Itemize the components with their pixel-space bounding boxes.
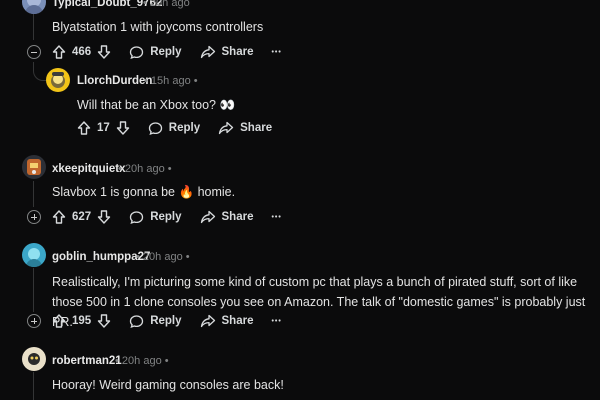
comment-actions: 627 Reply Share •••	[52, 206, 282, 228]
separator: •	[115, 355, 119, 367]
timestamp: 15h ago	[150, 75, 191, 87]
avatar[interactable]	[46, 68, 70, 92]
vote-count: 627	[72, 211, 92, 223]
comment-text-part: Slavbox 1 is gonna be	[52, 185, 176, 199]
share-button[interactable]: Share	[218, 121, 272, 135]
comment-text-part: homie.	[197, 185, 236, 199]
comment-time: • 20h ago •	[136, 251, 190, 263]
upvote-icon[interactable]	[77, 121, 91, 135]
thread-line	[33, 181, 34, 207]
timestamp: 20h ago	[124, 163, 165, 175]
reply-button[interactable]: Reply	[129, 314, 182, 329]
reply-label: Reply	[150, 211, 182, 223]
comment-actions: 195 Reply Share •••	[52, 310, 282, 332]
reply-icon	[130, 210, 144, 224]
separator: •	[143, 0, 147, 9]
vote-count: 466	[72, 46, 92, 58]
reply-button[interactable]: Reply	[148, 121, 200, 136]
comment-time: • 20h ago	[143, 0, 190, 9]
comment-time: • 15h ago •	[144, 75, 198, 87]
expand-thread-button[interactable]	[27, 210, 41, 224]
timestamp: 20h ago	[142, 251, 183, 263]
share-label: Share	[221, 211, 254, 223]
reply-label: Reply	[150, 315, 182, 327]
upvote-icon[interactable]	[52, 314, 66, 328]
reply-icon	[148, 121, 162, 135]
separator: •	[185, 251, 190, 263]
timestamp: 20h ago	[121, 355, 162, 367]
downvote-icon[interactable]	[116, 121, 130, 135]
reply-icon	[130, 314, 144, 328]
separator: •	[136, 251, 140, 263]
comment-text: Hooray! Weird gaming consoles are back!	[52, 378, 284, 392]
downvote-icon[interactable]	[97, 45, 111, 59]
comment-actions: 466 Reply Share •••	[52, 41, 282, 63]
vote-count: 195	[72, 315, 92, 327]
more-options-button[interactable]: •••	[271, 318, 281, 325]
separator: •	[144, 75, 148, 87]
share-label: Share	[221, 315, 254, 327]
vote-count: 17	[97, 122, 110, 134]
expand-thread-button[interactable]	[27, 314, 41, 328]
share-button[interactable]: Share	[200, 210, 254, 224]
more-options-button[interactable]: •••	[271, 214, 281, 221]
avatar[interactable]	[22, 0, 46, 14]
upvote-icon[interactable]	[52, 45, 66, 59]
comment-time: • 20h ago •	[115, 355, 169, 367]
more-options-button[interactable]: •••	[271, 49, 281, 56]
comment-username[interactable]: LlorchDurden	[77, 75, 152, 87]
share-icon	[200, 314, 215, 328]
avatar[interactable]	[22, 155, 46, 179]
avatar[interactable]	[22, 347, 46, 371]
share-icon	[218, 121, 234, 135]
comment-actions: 17 Reply Share	[77, 117, 272, 139]
thread-line	[33, 372, 34, 400]
separator: •	[164, 355, 169, 367]
reply-button[interactable]: Reply	[129, 45, 182, 60]
thread-line	[33, 268, 34, 312]
share-icon	[200, 45, 215, 59]
comment-text: Blyatstation 1 with joycoms controllers	[52, 20, 264, 34]
share-button[interactable]: Share	[200, 314, 254, 328]
fire-emoji: 🔥	[178, 185, 195, 199]
separator: •	[118, 163, 122, 175]
reply-button[interactable]: Reply	[129, 210, 182, 225]
upvote-icon[interactable]	[52, 210, 66, 224]
timestamp: 20h ago	[149, 0, 190, 9]
downvote-icon[interactable]	[97, 314, 111, 328]
avatar[interactable]	[22, 243, 46, 267]
comment-text: Slavbox 1 is gonna be 🔥 homie.	[52, 182, 572, 202]
comment-time: • 20h ago •	[118, 163, 172, 175]
separator: •	[193, 75, 198, 87]
share-label: Share	[221, 46, 254, 58]
share-button[interactable]: Share	[200, 45, 254, 59]
collapse-thread-button[interactable]	[27, 45, 41, 59]
separator: •	[167, 163, 172, 175]
reply-label: Reply	[168, 122, 201, 134]
comment-text: Will that be an Xbox too? 👀	[77, 98, 236, 112]
comment-username[interactable]: robertman21	[52, 355, 122, 367]
reply-label: Reply	[150, 46, 182, 58]
downvote-icon[interactable]	[97, 210, 111, 224]
reply-icon	[130, 45, 144, 59]
share-icon	[200, 210, 215, 224]
comment-username[interactable]: xkeepitquietx	[52, 163, 126, 175]
share-label: Share	[240, 122, 273, 134]
